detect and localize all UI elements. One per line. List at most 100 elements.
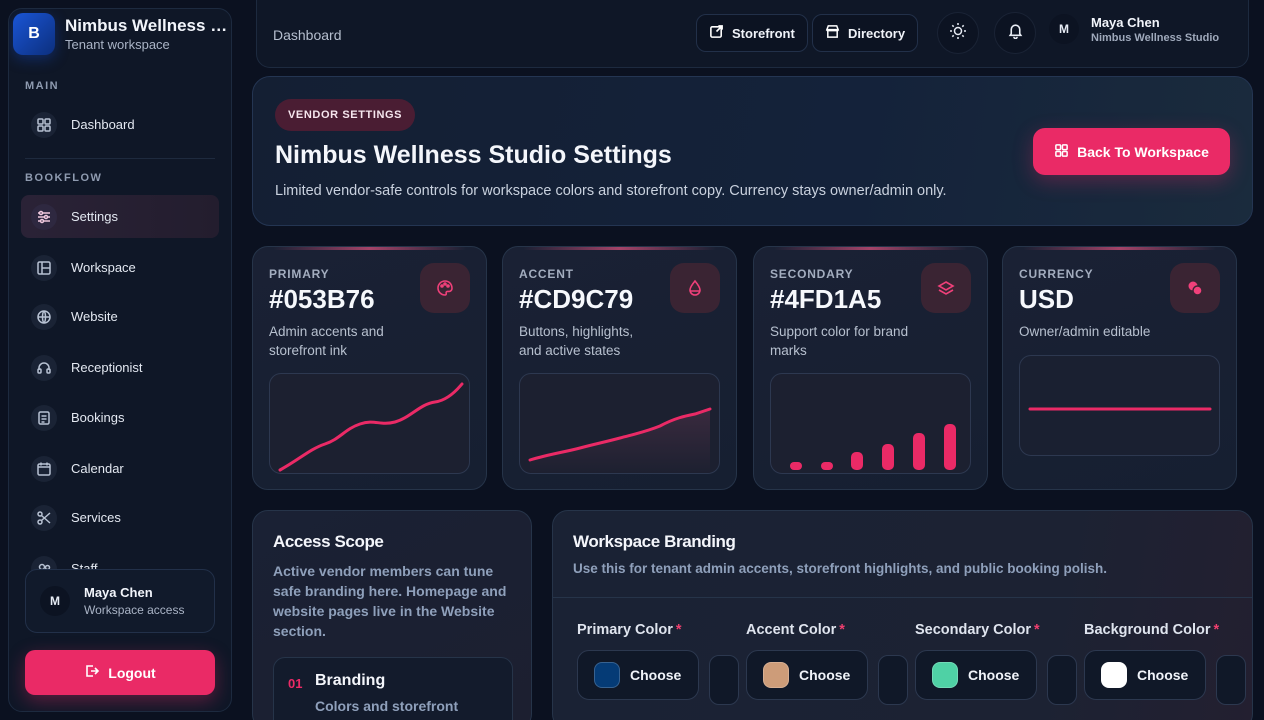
- stat-description: Support color for brand marks: [770, 324, 909, 358]
- sidebar-item-label: Receptionist: [71, 360, 143, 375]
- user-name: Maya Chen: [1091, 14, 1160, 30]
- background-color-picker[interactable]: Choose: [1084, 650, 1206, 700]
- stat-label: ACCENT: [519, 267, 574, 281]
- scissors-icon: [31, 504, 57, 531]
- stat-description: Admin accents and storefront ink: [269, 324, 384, 358]
- stat-label: SECONDARY: [770, 267, 854, 281]
- sidebar-item-receptionist[interactable]: Receptionist: [21, 346, 219, 389]
- stat-label: CURRENCY: [1019, 267, 1094, 281]
- stat-card-secondary: SECONDARY #4FD1A5 Support color for bran…: [753, 246, 988, 490]
- breadcrumb[interactable]: Dashboard: [273, 27, 342, 43]
- brand-title: Nimbus Wellness Studio: [65, 16, 231, 35]
- user-name: Maya Chen: [84, 585, 153, 600]
- sidebar-item-label: Dashboard: [71, 117, 135, 132]
- choose-label: Choose: [630, 667, 682, 683]
- secondary-color-label: Secondary Color *: [915, 622, 1040, 638]
- primary-color-picker[interactable]: Choose: [577, 650, 699, 700]
- back-to-workspace-button[interactable]: Back To Workspace: [1033, 128, 1230, 175]
- stat-label: PRIMARY: [269, 267, 330, 281]
- field-label-text: Primary Color: [577, 622, 673, 638]
- droplet-icon: [670, 263, 720, 313]
- logout-icon: [84, 663, 100, 682]
- required-mark: *: [839, 622, 845, 638]
- section-label-main: MAIN: [25, 80, 60, 92]
- sidebar-user-card[interactable]: M Maya Chen Workspace access: [25, 569, 215, 633]
- primary-sparkline: [269, 373, 470, 474]
- directory-button[interactable]: Directory: [812, 14, 919, 52]
- sidebar-item-label: Calendar: [71, 461, 124, 476]
- field-label-text: Secondary Color: [915, 622, 1032, 638]
- page-description: Limited vendor-safe controls for workspa…: [275, 183, 947, 199]
- background-hex-input[interactable]: [1216, 655, 1246, 705]
- sidebar-item-label: Services: [71, 510, 121, 525]
- sidebar-item-dashboard[interactable]: Dashboard: [21, 103, 219, 146]
- sidebar-item-services[interactable]: Services: [21, 496, 219, 539]
- secondary-hex-input[interactable]: [1047, 655, 1077, 705]
- primary-color-label: Primary Color *: [577, 622, 682, 638]
- primary-hex-input[interactable]: [709, 655, 739, 705]
- required-mark: *: [1034, 622, 1040, 638]
- sidebar-item-bookings[interactable]: Bookings: [21, 396, 219, 439]
- sidebar-item-label: Bookings: [71, 410, 125, 425]
- sidebar-item-settings[interactable]: Settings: [21, 195, 219, 238]
- dashboard-icon: [31, 111, 57, 138]
- headset-icon: [31, 354, 57, 381]
- brand[interactable]: B Nimbus Wellness Studio Tenant workspac…: [13, 13, 231, 55]
- brand-subtitle: Tenant workspace: [65, 37, 170, 52]
- accent-color-picker[interactable]: Choose: [746, 650, 868, 700]
- access-scope-panel: Access Scope Active vendor members can t…: [252, 510, 532, 720]
- accent-color-label: Accent Color *: [746, 622, 845, 638]
- stat-value: USD: [1019, 284, 1074, 314]
- field-label-text: Accent Color: [746, 622, 837, 638]
- secondary-color-picker[interactable]: Choose: [915, 650, 1037, 700]
- sidebar-divider: [25, 158, 215, 159]
- theme-toggle-button[interactable]: [937, 12, 979, 54]
- stat-value: #CD9C79: [519, 284, 634, 314]
- branding-description: Use this for tenant admin accents, store…: [573, 561, 1108, 576]
- sidebar-item-calendar[interactable]: Calendar: [21, 447, 219, 490]
- branding-divider: [553, 597, 1252, 598]
- notifications-button[interactable]: [994, 12, 1036, 54]
- access-scope-title: Access Scope: [273, 532, 384, 551]
- avatar: M: [1049, 14, 1079, 44]
- brand-logo: B: [13, 13, 55, 55]
- sidebar: B Nimbus Wellness Studio Tenant workspac…: [8, 8, 232, 712]
- calendar-icon: [31, 455, 57, 482]
- logout-button[interactable]: Logout: [25, 650, 215, 695]
- storefront-label: Storefront: [732, 25, 795, 41]
- background-color-label: Background Color *: [1084, 622, 1219, 638]
- directory-label: Directory: [848, 25, 906, 41]
- user-role: Workspace access: [84, 603, 185, 617]
- secondary-swatch: [932, 662, 958, 688]
- sidebar-item-website[interactable]: Website: [21, 295, 219, 338]
- required-mark: *: [675, 622, 682, 638]
- globe-icon: [31, 303, 57, 330]
- logout-label: Logout: [108, 664, 156, 681]
- sidebar-item-workspace[interactable]: Workspace: [21, 246, 219, 289]
- stat-card-currency: CURRENCY USD Owner/admin editable: [1002, 246, 1237, 490]
- required-mark: *: [1213, 622, 1220, 638]
- scope-number: 01: [288, 676, 303, 691]
- secondary-bars: [770, 373, 971, 474]
- external-link-icon: [709, 24, 724, 42]
- sun-icon: [949, 22, 967, 45]
- currency-flatline: [1019, 355, 1220, 456]
- branding-title: Workspace Branding: [573, 532, 736, 551]
- primary-swatch: [594, 662, 620, 688]
- palette-icon: [420, 263, 470, 313]
- stat-card-primary: PRIMARY #053B76 Admin accents and storef…: [252, 246, 487, 490]
- accent-sparkline: [519, 373, 720, 474]
- storefront-button[interactable]: Storefront: [696, 14, 808, 52]
- access-scope-description: Active vendor members can tune safe bran…: [273, 563, 507, 639]
- store-icon: [825, 24, 840, 42]
- settings-hero: VENDOR SETTINGS Nimbus Wellness Studio S…: [252, 76, 1253, 226]
- topbar-user[interactable]: M Maya Chen Nimbus Wellness Studio: [1049, 14, 1219, 44]
- stat-description: Owner/admin editable: [1019, 324, 1151, 339]
- back-to-workspace-label: Back To Workspace: [1077, 143, 1209, 160]
- layout-icon: [31, 254, 57, 281]
- sliders-icon: [31, 203, 57, 230]
- accent-hex-input[interactable]: [878, 655, 908, 705]
- avatar: M: [40, 586, 70, 616]
- choose-label: Choose: [968, 667, 1020, 683]
- scope-item-branding[interactable]: 01 Branding Colors and storefront: [273, 657, 513, 720]
